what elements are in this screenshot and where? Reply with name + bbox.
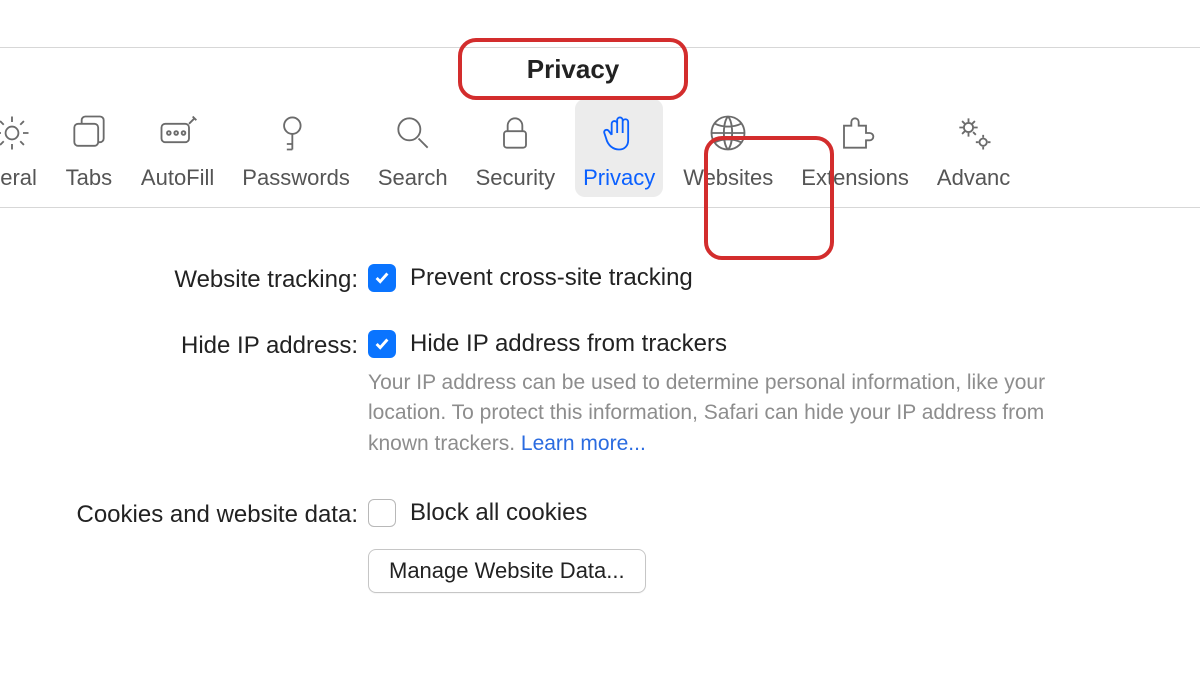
tab-label: Security bbox=[476, 165, 555, 191]
tab-websites[interactable]: Websites bbox=[675, 99, 781, 197]
prevent-cross-site-label: Prevent cross-site tracking bbox=[410, 264, 693, 292]
globe-icon bbox=[704, 109, 752, 157]
website-tracking-row: Website tracking: Prevent cross-site tra… bbox=[6, 264, 1160, 302]
tab-extensions[interactable]: Extensions bbox=[793, 99, 917, 197]
tab-label: Tabs bbox=[66, 165, 112, 191]
tab-label: Privacy bbox=[583, 165, 655, 191]
tab-label: AutoFill bbox=[141, 165, 214, 191]
title-highlight: Privacy bbox=[458, 38, 688, 100]
hide-ip-checkbox[interactable] bbox=[368, 330, 396, 358]
tab-general[interactable]: neral bbox=[0, 99, 45, 197]
block-cookies-checkbox[interactable] bbox=[368, 499, 396, 527]
tab-privacy[interactable]: Privacy bbox=[575, 99, 663, 197]
settings-panel: Website tracking: Prevent cross-site tra… bbox=[0, 208, 1200, 661]
tab-autofill[interactable]: AutoFill bbox=[133, 99, 222, 197]
cookies-label: Cookies and website data: bbox=[6, 499, 368, 529]
hide-ip-description: Your IP address can be used to determine… bbox=[368, 368, 1098, 459]
tab-label: Extensions bbox=[801, 165, 909, 191]
search-icon bbox=[389, 109, 437, 157]
tab-label: Advanc bbox=[937, 165, 1010, 191]
tab-label: Websites bbox=[683, 165, 773, 191]
hide-ip-label: Hide IP address: bbox=[6, 330, 368, 360]
block-cookies-label: Block all cookies bbox=[410, 499, 587, 527]
tab-label: Search bbox=[378, 165, 448, 191]
window-title: Privacy bbox=[527, 54, 620, 85]
lock-icon bbox=[491, 109, 539, 157]
autofill-icon bbox=[154, 109, 202, 157]
learn-more-link[interactable]: Learn more... bbox=[521, 432, 646, 455]
tab-tabs[interactable]: Tabs bbox=[57, 99, 121, 197]
hide-ip-row: Hide IP address: Hide IP address from tr… bbox=[6, 330, 1160, 459]
hide-ip-check-label: Hide IP address from trackers bbox=[410, 330, 727, 358]
tabs-icon bbox=[65, 109, 113, 157]
puzzle-icon bbox=[831, 109, 879, 157]
website-tracking-label: Website tracking: bbox=[6, 264, 368, 294]
tab-passwords[interactable]: Passwords bbox=[234, 99, 358, 197]
key-icon bbox=[272, 109, 320, 157]
tab-security[interactable]: Security bbox=[468, 99, 563, 197]
hide-ip-desc-text: Your IP address can be used to determine… bbox=[368, 371, 1045, 455]
tab-search[interactable]: Search bbox=[370, 99, 456, 197]
prevent-cross-site-checkbox[interactable] bbox=[368, 264, 396, 292]
gears-icon bbox=[950, 109, 998, 157]
gear-icon bbox=[0, 109, 36, 157]
tab-advanced[interactable]: Advanc bbox=[929, 99, 1018, 197]
hand-icon bbox=[595, 109, 643, 157]
manage-website-data-button[interactable]: Manage Website Data... bbox=[368, 549, 646, 593]
cookies-row: Cookies and website data: Block all cook… bbox=[6, 499, 1160, 593]
tab-label: neral bbox=[0, 165, 37, 191]
tab-label: Passwords bbox=[242, 165, 350, 191]
